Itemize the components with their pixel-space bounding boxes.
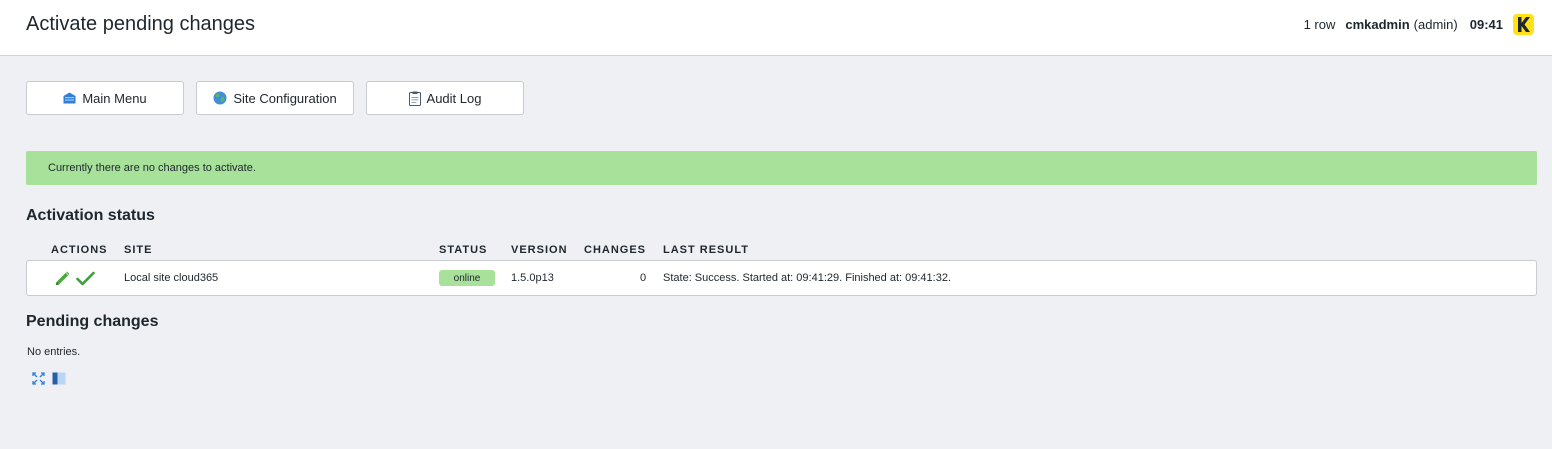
clock: 09:41 (1469, 16, 1503, 32)
user-role: (admin) (1413, 16, 1458, 32)
site-cell: Local site cloud365 (124, 272, 219, 284)
column-header-changes[interactable]: CHANGES (584, 244, 646, 256)
last-result-cell: State: Success. Started at: 09:41:29. Fi… (663, 272, 952, 284)
audit-log-button[interactable]: Audit Log (366, 81, 524, 115)
sidebar-toggle-icon[interactable] (52, 372, 66, 390)
globe-icon (213, 91, 227, 105)
row-count: 1 row (1303, 16, 1336, 32)
home-icon (63, 92, 76, 104)
user-name[interactable]: cmkadmin (1345, 17, 1409, 32)
column-header-last-result[interactable]: LAST RESULT (663, 244, 749, 256)
clipboard-icon (408, 91, 421, 106)
top-bar: Activate pending changes 1 row cmkadmin … (0, 0, 1552, 56)
column-header-site[interactable]: SITE (124, 244, 152, 256)
main-menu-button[interactable]: Main Menu (26, 81, 184, 115)
changes-cell: 0 (640, 272, 647, 284)
success-notice: Currently there are no changes to activa… (26, 151, 1537, 185)
column-header-actions: ACTIONS (51, 244, 108, 256)
page-title: Activate pending changes (26, 13, 256, 35)
column-header-status[interactable]: STATUS (439, 244, 487, 256)
expand-icon[interactable] (32, 372, 45, 390)
status-badge: online (439, 270, 495, 286)
version-cell: 1.5.0p13 (511, 272, 554, 284)
activation-status-title: Activation status (26, 207, 155, 224)
main-menu-label: Main Menu (82, 90, 147, 106)
column-header-version[interactable]: VERSION (511, 244, 568, 256)
site-configuration-button[interactable]: Site Configuration (196, 81, 354, 115)
edit-icon[interactable] (54, 270, 71, 292)
checkmk-logo-icon[interactable] (1513, 13, 1534, 35)
table-row: Local site cloud365 online 1.5.0p13 0 St… (26, 260, 1537, 296)
site-configuration-label: Site Configuration (233, 90, 337, 106)
pending-changes-title: Pending changes (26, 313, 159, 330)
top-right-info: 1 row cmkadmin (admin) 09:41 (1304, 12, 1534, 36)
audit-log-label: Audit Log (426, 90, 482, 106)
checkmark-icon[interactable] (76, 270, 95, 292)
no-entries-text: No entries. (27, 346, 81, 358)
